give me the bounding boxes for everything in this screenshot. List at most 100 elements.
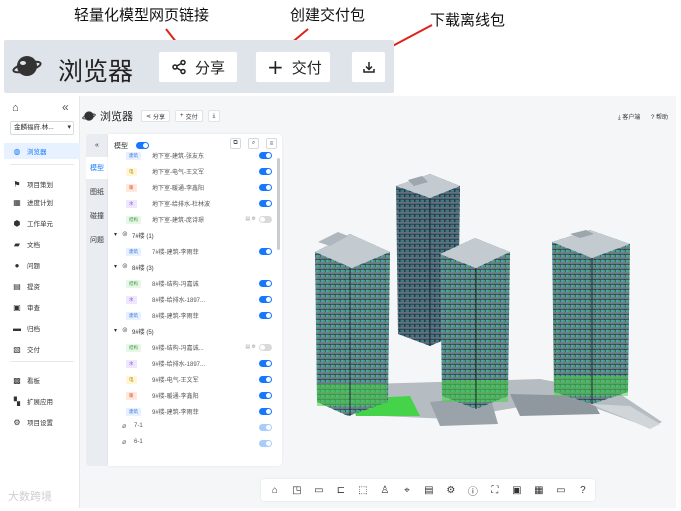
help-icon[interactable]: ? [573, 482, 593, 498]
sidebar-item-0[interactable]: ◍ 浏览器 [4, 143, 80, 159]
sidebar-item-2[interactable]: ▦ 进度计划 [4, 194, 80, 210]
visibility-toggle[interactable] [259, 248, 272, 255]
help-link[interactable]: ? 帮助 [651, 112, 668, 121]
camera-icon[interactable]: ▣ [507, 482, 527, 498]
home-icon[interactable]: ⌂ [265, 482, 285, 498]
visibility-toggle[interactable] [259, 408, 272, 415]
visibility-toggle[interactable] [259, 152, 272, 159]
list-item[interactable]: 建筑 9#楼-建筑-李雨菲 [108, 404, 282, 420]
visibility-toggle[interactable] [259, 424, 272, 431]
visibility-toggle[interactable] [259, 392, 272, 399]
list-item[interactable]: 结构 地下室-建筑-庞诗璟 ▤ ⚙ [108, 212, 282, 228]
group-row[interactable]: ▾ ⊚ 8#楼 (3) [108, 260, 282, 276]
file-icon: ▤ [13, 281, 21, 291]
gear-icon: ⚙ [13, 417, 21, 427]
model-name: 9#楼-给排水-1897... [152, 362, 206, 368]
tab-1[interactable]: 图纸 [86, 181, 108, 203]
sidebar-item-4[interactable]: ▰ 文档 [4, 236, 80, 252]
zoomed-download-button[interactable] [351, 51, 386, 83]
deliver-button[interactable]: + 交付 [175, 110, 203, 122]
sidebar-item-6[interactable]: ▤ 提资 [4, 278, 80, 294]
info-icon[interactable]: ⓘ [463, 482, 483, 498]
model-name: 地下室-建筑-庞诗璟 [152, 218, 204, 224]
project-select[interactable]: 金麟福府.林... [10, 121, 74, 135]
caret-down-icon[interactable]: ▾ [114, 263, 117, 270]
group-row[interactable]: ▾ ⊚ 9#楼 (5) [108, 324, 282, 340]
visibility-toggle[interactable] [259, 376, 272, 383]
list-item[interactable]: 水 9#楼-给排水-1897... [108, 356, 282, 372]
list-item[interactable]: 结构 8#楼-结构-冯嘉诚 [108, 276, 282, 292]
visibility-toggle[interactable] [259, 360, 272, 367]
measure-icon[interactable]: ▭ [309, 482, 329, 498]
list-item[interactable]: 暖 9#楼-暖通-李鑫阳 [108, 388, 282, 404]
visibility-toggle[interactable] [259, 200, 272, 207]
link-icon: ⌀ [122, 439, 127, 446]
caret-down-icon[interactable]: ▾ [114, 327, 117, 334]
client-label: 客户端 [622, 115, 641, 121]
tab-3[interactable]: 问题 [86, 229, 108, 251]
list-item[interactable]: 建筑 8#楼-建筑-李雨菲 [108, 308, 282, 324]
share-icon: ⋖ [146, 113, 152, 120]
sidebar-item-11[interactable]: ▚ 扩展应用 [4, 393, 80, 409]
sidebar-item-10[interactable]: ▩ 看板 [4, 372, 80, 388]
group-row[interactable]: ▾ ⊚ 7#楼 (1) [108, 228, 282, 244]
fullscreen-icon[interactable]: ⛶ [485, 482, 505, 498]
list-item[interactable]: 电 地下室-电气-王文军 [108, 164, 282, 180]
grid-icon[interactable]: ▦ [529, 482, 549, 498]
folder-icon: ▰ [13, 239, 21, 249]
sidebar-item-12[interactable]: ⚙ 项目设置 [4, 414, 80, 430]
panel-collapse-icon[interactable]: « [86, 134, 108, 156]
globe-icon [82, 111, 96, 121]
row-tools-icon[interactable]: ▤ ⚙ [245, 216, 256, 222]
list-item[interactable]: 暖 地下室-暖通-李鑫阳 [108, 180, 282, 196]
sidebar-item-9[interactable]: ▧ 交付 [4, 341, 80, 357]
zoomed-share-button[interactable]: 分享 [158, 51, 238, 83]
list-item[interactable]: 电 9#楼-电气-王文军 [108, 372, 282, 388]
list-item[interactable]: 建筑 7#楼-建筑-李雨菲 [108, 244, 282, 260]
collapse-icon[interactable]: « [62, 100, 69, 114]
model-viewport[interactable] [290, 134, 676, 464]
caret-down-icon[interactable]: ▾ [114, 231, 117, 238]
visibility-toggle[interactable] [259, 216, 272, 223]
sidebar-item-1[interactable]: ⚑ 项目策划 [4, 176, 80, 192]
discipline-badge: 电 [126, 376, 137, 384]
list-item[interactable]: 水 8#楼-给排水-1897... [108, 292, 282, 308]
list-item[interactable]: ⌀ 7-1 [108, 420, 282, 436]
row-tools-icon[interactable]: ▤ ⚙ [245, 344, 256, 350]
discipline-badge: 暖 [126, 392, 137, 400]
visibility-toggle[interactable] [259, 344, 272, 351]
visibility-toggle[interactable] [259, 440, 272, 447]
tab-0[interactable]: 模型 [86, 157, 108, 179]
sidebar-item-5[interactable]: ● 问题 [4, 257, 80, 273]
zoomed-deliver-button[interactable]: + 交付 [255, 51, 331, 83]
visibility-toggle[interactable] [259, 168, 272, 175]
model-name: 8#楼-建筑-李雨菲 [152, 314, 199, 320]
pin-icon[interactable]: ⌖ [397, 482, 417, 498]
settings-icon[interactable]: ⚙ [441, 482, 461, 498]
sidebar-item-8[interactable]: ▬ 归档 [4, 320, 80, 336]
list-item[interactable]: 结构 9#楼-结构-冯嘉诚... ▤ ⚙ [108, 340, 282, 356]
list-item[interactable]: ⌀ 6-1 [108, 436, 282, 452]
share-button[interactable]: ⋖ 分享 [141, 110, 171, 122]
visibility-toggle[interactable] [259, 280, 272, 287]
view-cube-icon[interactable]: ◳ [287, 482, 307, 498]
panel-scrollbar[interactable] [277, 158, 280, 250]
sidebar-item-7[interactable]: ▣ 审查 [4, 299, 80, 315]
visibility-toggle[interactable] [259, 312, 272, 319]
list-item[interactable]: 建筑 地下室-建筑-张友东 [108, 148, 282, 164]
explode-icon[interactable]: ⬚ [353, 482, 373, 498]
tab-2[interactable]: 碰撞 [86, 205, 108, 227]
properties-icon[interactable]: ▤ [419, 482, 439, 498]
section-icon[interactable]: ⊏ [331, 482, 351, 498]
home-icon[interactable]: ⌂ [12, 102, 19, 114]
person-icon[interactable]: ♙ [375, 482, 395, 498]
visibility-toggle[interactable] [259, 296, 272, 303]
comment-icon[interactable]: ▭ [551, 482, 571, 498]
visibility-toggle[interactable] [259, 184, 272, 191]
sidebar-item-3[interactable]: ⬢ 工作单元 [4, 215, 80, 231]
list-item[interactable]: 水 地下室-给排水-杜林波 [108, 196, 282, 212]
discipline-badge: 电 [126, 168, 137, 176]
package-icon: ▧ [13, 344, 21, 354]
client-link[interactable]: ⤓ 客户端 [618, 112, 640, 122]
download-button[interactable]: ⤓ [207, 110, 221, 122]
